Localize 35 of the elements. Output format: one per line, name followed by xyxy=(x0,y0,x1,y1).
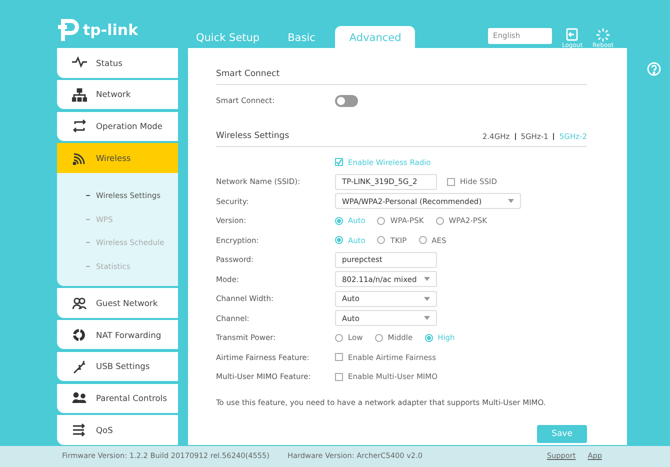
pulse-icon xyxy=(72,56,87,70)
list-arrows-icon xyxy=(72,423,87,438)
toggle-switch[interactable] xyxy=(335,94,358,107)
caret-icon xyxy=(508,199,514,204)
section-title: Smart Connect xyxy=(216,68,280,81)
network-icon xyxy=(72,88,87,102)
caret-icon xyxy=(424,296,430,301)
usb-icon xyxy=(72,360,87,374)
sidebar-item[interactable]: Parental Controls xyxy=(57,384,178,414)
dash-icon xyxy=(86,242,90,244)
sidebar-item[interactable]: NAT Forwarding xyxy=(57,320,178,350)
logo-text: tp-link xyxy=(83,20,138,41)
help-icon xyxy=(647,62,661,76)
users-icon xyxy=(72,296,87,310)
checkmark-icon xyxy=(336,159,342,166)
sidebar-item[interactable]: Guest Network xyxy=(57,288,178,318)
wifi-icon xyxy=(72,151,87,166)
section-title: Wireless Settings xyxy=(216,130,290,142)
ring-icon xyxy=(72,328,87,342)
sidebar-item[interactable]: Status xyxy=(57,48,178,78)
logo-icon xyxy=(57,18,79,42)
dash-icon xyxy=(86,195,90,196)
caret-icon xyxy=(424,277,430,282)
sidebar-item[interactable]: USB Settings xyxy=(57,352,178,382)
swap-arrows-icon xyxy=(72,119,87,134)
sidebar-item[interactable]: Operation Mode xyxy=(57,112,178,142)
sidebar-item[interactable]: Wireless xyxy=(57,143,178,173)
dash-icon xyxy=(86,218,90,220)
sidebar-item[interactable]: QoS xyxy=(57,415,178,445)
sidebar-item[interactable]: Network xyxy=(57,80,178,110)
spinner-icon xyxy=(596,28,610,42)
caret-icon xyxy=(424,316,430,320)
family-icon xyxy=(72,391,87,406)
logout-icon xyxy=(565,28,580,42)
dash-icon xyxy=(86,266,90,267)
